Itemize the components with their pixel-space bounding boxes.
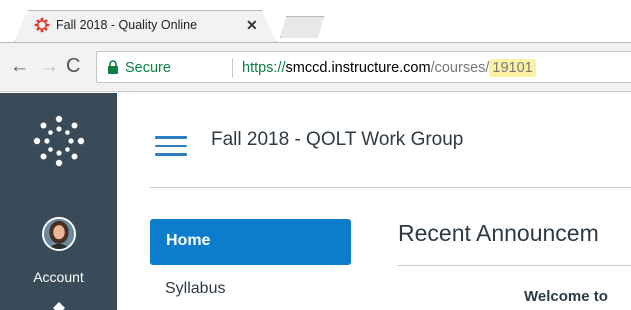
recent-announcements-heading: Recent Announcem bbox=[398, 220, 599, 246]
new-tab-icon[interactable] bbox=[280, 16, 324, 38]
avatar-photo bbox=[44, 219, 74, 249]
announcement-title-link[interactable]: Welcome to bbox=[524, 288, 608, 305]
dashboard-icon[interactable] bbox=[52, 301, 66, 310]
browser-tab-strip: Fall 2018 - Quality Online ✕ bbox=[0, 0, 631, 44]
url-scheme: https:// bbox=[242, 60, 286, 76]
tab-title: Fall 2018 - Quality Online bbox=[56, 18, 198, 32]
avatar[interactable] bbox=[42, 217, 76, 251]
course-nav-item-label: Home bbox=[166, 232, 211, 249]
forward-icon[interactable]: → bbox=[40, 57, 59, 77]
url-host: smccd.instructure.com bbox=[285, 60, 431, 76]
header-divider bbox=[150, 187, 631, 188]
canvas-logo-icon[interactable] bbox=[33, 115, 85, 167]
back-icon[interactable]: ← bbox=[10, 57, 29, 77]
account-label[interactable]: Account bbox=[0, 269, 117, 285]
browser-tab[interactable]: Fall 2018 - Quality Online ✕ bbox=[14, 10, 276, 42]
url-path: /courses/ bbox=[430, 60, 490, 76]
lock-icon bbox=[108, 60, 118, 74]
course-nav-item-syllabus[interactable]: Syllabus bbox=[165, 280, 225, 298]
hamburger-icon[interactable] bbox=[155, 136, 187, 156]
canvas-favicon-icon bbox=[34, 17, 50, 33]
address-divider bbox=[232, 58, 233, 78]
url-course-id-highlight: 19101 bbox=[489, 59, 536, 77]
course-title[interactable]: Fall 2018 - QOLT Work Group bbox=[211, 129, 463, 151]
global-nav: Account bbox=[0, 93, 117, 310]
tab-close-icon[interactable]: ✕ bbox=[246, 16, 258, 34]
address-bar[interactable]: Secure https://smccd.instructure.com/cou… bbox=[96, 51, 631, 83]
secure-label: Secure bbox=[125, 60, 171, 76]
announcements-divider bbox=[398, 265, 631, 266]
browser-toolbar: ← → C Secure https://smccd.instructure.c… bbox=[0, 42, 631, 92]
url-text[interactable]: https://smccd.instructure.com/courses/19… bbox=[242, 59, 536, 77]
reload-icon[interactable]: C bbox=[66, 56, 80, 76]
course-nav-item-home[interactable]: Home bbox=[150, 219, 351, 265]
